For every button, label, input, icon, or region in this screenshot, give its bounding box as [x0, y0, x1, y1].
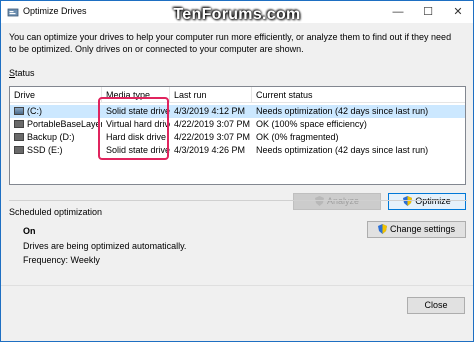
- close-window-button[interactable]: ✕: [443, 1, 473, 23]
- drive-name: PortableBaseLayer: [27, 119, 102, 129]
- shield-icon: [377, 224, 387, 234]
- dialog-content: You can optimize your drives to help you…: [1, 23, 473, 341]
- intro-text: You can optimize your drives to help you…: [9, 32, 452, 54]
- last-run: 4/22/2019 3:07 PM: [174, 132, 251, 142]
- schedule-state: On: [23, 226, 36, 236]
- current-status: OK (0% fragmented): [256, 132, 339, 142]
- drive-icon: [14, 120, 24, 128]
- drive-icon: [14, 133, 24, 141]
- last-run: 4/3/2019 4:12 PM: [174, 106, 246, 116]
- shield-icon: [403, 196, 413, 206]
- last-run: 4/3/2019 4:26 PM: [174, 145, 246, 155]
- title-bar[interactable]: Optimize Drives TenForums.com — ☐ ✕: [1, 1, 473, 23]
- media-type-highlight-box: [98, 97, 169, 160]
- column-header-current-status[interactable]: Current status: [252, 87, 465, 103]
- close-button[interactable]: Close: [407, 297, 465, 314]
- drive-name: Backup (D:): [27, 132, 75, 142]
- optimize-drives-window: Optimize Drives TenForums.com — ☐ ✕ You …: [0, 0, 474, 342]
- shield-icon: [314, 196, 324, 206]
- scheduled-optimization-title: Scheduled optimization: [9, 207, 103, 217]
- drive-icon: [14, 146, 24, 154]
- divider: [9, 200, 467, 201]
- column-header-last-run[interactable]: Last run: [170, 87, 252, 103]
- schedule-frequency: Frequency: Weekly: [23, 255, 100, 265]
- current-status: Needs optimization (42 days since last r…: [256, 145, 429, 155]
- current-status: OK (100% space efficiency): [256, 119, 367, 129]
- change-settings-button[interactable]: Change settings: [367, 221, 466, 238]
- table-row[interactable]: (C:) Solid state drive 4/3/2019 4:12 PM …: [10, 105, 465, 118]
- table-row[interactable]: SSD (E:) Solid state drive 4/3/2019 4:26…: [10, 144, 465, 157]
- analyze-button[interactable]: Analyze: [293, 193, 381, 210]
- schedule-description: Drives are being optimized automatically…: [23, 241, 187, 251]
- drive-name: SSD (E:): [27, 145, 63, 155]
- dialog-footer: Close: [1, 285, 473, 319]
- current-status: Needs optimization (42 days since last r…: [256, 106, 429, 116]
- minimize-button[interactable]: —: [383, 1, 413, 23]
- system-drive-icon: [14, 107, 24, 115]
- last-run: 4/22/2019 3:07 PM: [174, 119, 251, 129]
- column-header-drive[interactable]: Drive: [10, 87, 102, 103]
- drive-name: (C:): [27, 106, 42, 116]
- list-header: Drive Media type Last run Current status: [10, 87, 465, 103]
- maximize-button[interactable]: ☐: [413, 1, 443, 23]
- table-row[interactable]: PortableBaseLayer Virtual hard drive 4/2…: [10, 118, 465, 131]
- status-label: Status: [9, 68, 35, 78]
- optimize-button[interactable]: Optimize: [388, 193, 466, 210]
- table-row[interactable]: Backup (D:) Hard disk drive 4/22/2019 3:…: [10, 131, 465, 144]
- drives-list[interactable]: Drive Media type Last run Current status…: [9, 86, 466, 185]
